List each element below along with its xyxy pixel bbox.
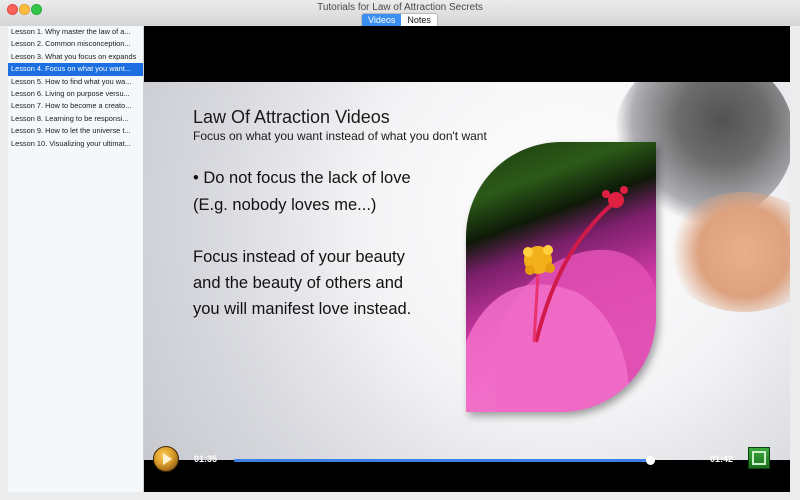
video-player[interactable]: Law Of Attraction Videos Focus on what y…: [144, 26, 790, 492]
current-time: 01:35: [194, 454, 218, 464]
total-time: 01:42: [710, 454, 734, 464]
app-window: Tutorials for Law of Attraction Secrets …: [0, 0, 800, 500]
slide-body-line: Focus instead of your beauty: [193, 248, 405, 266]
progress-slider[interactable]: [234, 456, 655, 465]
title-bar: Tutorials for Law of Attraction Secrets …: [0, 0, 800, 28]
lesson-item[interactable]: Lesson 8. Learning to be responsi...: [8, 113, 143, 125]
player-controls: 01:35 01:42: [144, 446, 790, 492]
lesson-item[interactable]: Lesson 1. Why master the law of a...: [8, 26, 143, 38]
progress-thumb[interactable]: [645, 456, 655, 465]
video-frame: Law Of Attraction Videos Focus on what y…: [144, 82, 790, 460]
slide-body-line: you will manifest love instead.: [193, 300, 412, 318]
lesson-item[interactable]: Lesson 6. Living on purpose versu...: [8, 88, 143, 100]
flower-image: [466, 142, 656, 412]
lesson-item[interactable]: Lesson 5. How to find what you wa...: [8, 76, 143, 88]
lesson-list: Lesson 1. Why master the law of a... Les…: [8, 26, 144, 492]
lesson-item[interactable]: Lesson 9. How to let the universe t...: [8, 125, 143, 137]
fullscreen-icon[interactable]: [748, 447, 770, 469]
lesson-item[interactable]: Lesson 3. What you focus on expands: [8, 51, 143, 63]
slide-title: Law Of Attraction Videos: [193, 107, 390, 127]
slide-bullet: • Do not focus the lack of love: [193, 169, 411, 187]
play-icon[interactable]: [153, 446, 179, 472]
slide-body-line: and the beauty of others and: [193, 274, 404, 292]
lesson-item-selected[interactable]: Lesson 4. Focus on what you want...: [8, 63, 143, 76]
lesson-item[interactable]: Lesson 7. How to become a creato...: [8, 100, 143, 112]
progress-fill: [234, 459, 650, 462]
window-title: Tutorials for Law of Attraction Secrets: [317, 2, 483, 13]
slide-subtitle: Focus on what you want instead of what y…: [193, 129, 487, 143]
lesson-item[interactable]: Lesson 10. Visualizing your ultimat...: [8, 138, 143, 150]
slide-bullet-example: (E.g. nobody loves me...): [193, 196, 377, 214]
lesson-item[interactable]: Lesson 2. Common misconception...: [8, 38, 143, 50]
